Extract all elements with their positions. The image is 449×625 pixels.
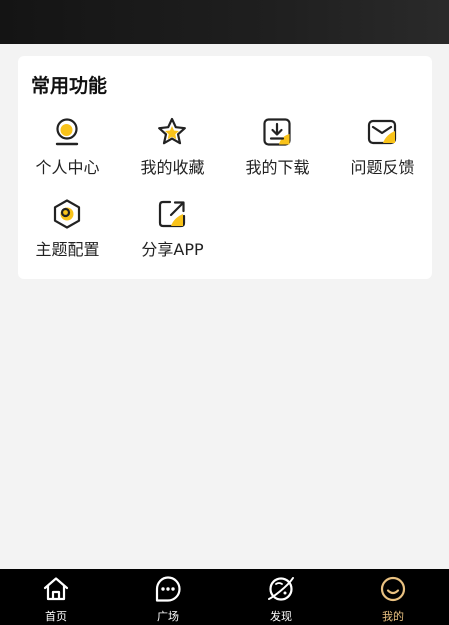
download-icon — [261, 116, 293, 148]
feature-theme[interactable]: 主题配置 — [15, 198, 120, 268]
feature-favorites[interactable]: 我的收藏 — [120, 116, 225, 186]
feature-person-center[interactable]: 个人中心 — [15, 116, 120, 186]
planet-icon — [267, 575, 295, 603]
chat-bubble-icon — [154, 575, 182, 603]
feature-label: 问题反馈 — [350, 158, 415, 177]
feature-label: 我的下载 — [245, 158, 310, 177]
theme-hexagon-icon — [51, 198, 83, 230]
tab-mine[interactable]: 我的 — [337, 569, 449, 625]
tab-home[interactable]: 首页 — [0, 569, 112, 625]
tab-label: 首页 — [45, 610, 67, 623]
section-title: 常用功能 — [31, 75, 108, 97]
feature-label: 分享APP — [141, 240, 204, 259]
tab-discover[interactable]: 发现 — [225, 569, 337, 625]
tab-label: 我的 — [382, 610, 404, 623]
star-icon — [156, 116, 188, 148]
tab-label: 广场 — [157, 610, 179, 623]
tab-square[interactable]: 广场 — [112, 569, 224, 625]
home-icon — [42, 575, 70, 603]
feature-label: 我的收藏 — [140, 158, 205, 177]
smile-icon — [379, 575, 407, 603]
bottom-tab-bar: 首页 广场 发现 我的 — [0, 569, 449, 625]
mail-icon — [366, 116, 398, 148]
feature-downloads[interactable]: 我的下载 — [225, 116, 330, 186]
feature-label: 主题配置 — [35, 240, 100, 259]
common-functions-card: 常用功能 个人中心 我的收藏 我的下载 问题反馈 主题配置 分享APP — [18, 56, 432, 279]
feature-share-app[interactable]: 分享APP — [120, 198, 225, 268]
person-center-icon — [51, 116, 83, 148]
tab-label: 发现 — [270, 610, 292, 623]
share-icon — [156, 198, 188, 230]
feature-feedback[interactable]: 问题反馈 — [330, 116, 435, 186]
feature-label: 个人中心 — [35, 158, 100, 177]
top-header-bar — [0, 0, 449, 44]
